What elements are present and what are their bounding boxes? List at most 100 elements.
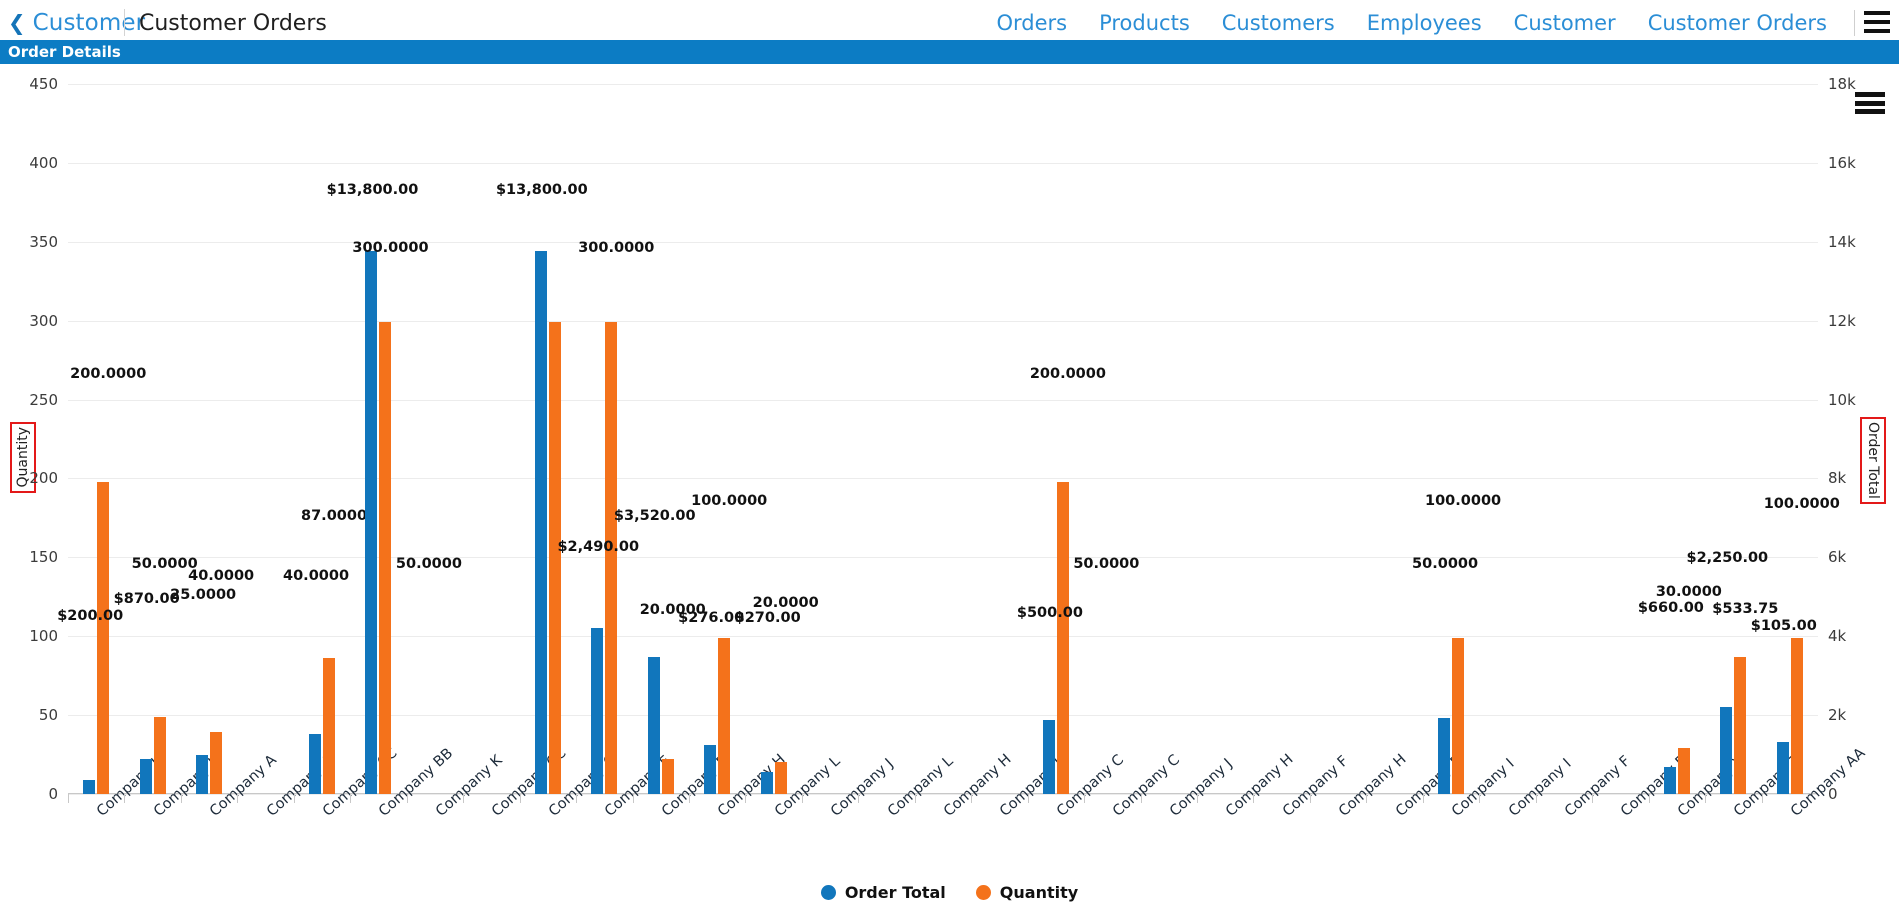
y2-axis-tick-label: 12k xyxy=(1828,312,1856,330)
chart-context-menu-icon[interactable] xyxy=(1855,92,1885,114)
bar-quantity[interactable] xyxy=(97,482,109,794)
x-axis-tick xyxy=(520,794,521,803)
legend-label: Order Total xyxy=(845,883,946,902)
bar-order-total[interactable] xyxy=(365,251,377,794)
x-axis-tick xyxy=(1310,794,1311,803)
x-axis-tick xyxy=(463,794,464,803)
bar-label-quantity: 200.0000 xyxy=(70,366,146,382)
x-axis-tick xyxy=(633,794,634,803)
bar-label-order-total: $3,520.00 xyxy=(614,508,696,524)
bar-quantity[interactable] xyxy=(379,322,391,794)
nav-link-customers[interactable]: Customers xyxy=(1206,11,1351,35)
x-axis-tick xyxy=(1479,794,1480,803)
y2-axis-tick-label: 14k xyxy=(1828,233,1856,251)
y2-axis-tick-label: 2k xyxy=(1828,706,1846,724)
bar-order-total[interactable] xyxy=(309,734,321,794)
nav-link-products[interactable]: Products xyxy=(1083,11,1206,35)
bar-quantity[interactable] xyxy=(775,762,787,794)
bar-label-quantity: 200.0000 xyxy=(1030,366,1106,382)
bar-label-order-total: 50.0000 xyxy=(1073,556,1139,572)
bar-label-quantity: 40.0000 xyxy=(188,568,254,584)
bar-label-quantity: 100.0000 xyxy=(691,493,767,509)
legend-label: Quantity xyxy=(1000,883,1078,902)
x-axis-tick xyxy=(1084,794,1085,803)
bar-order-total[interactable] xyxy=(704,745,716,794)
bar-label-order-total: $660.00 xyxy=(1638,600,1704,616)
bar-label-order-total: $2,250.00 xyxy=(1686,550,1768,566)
chart-legend: Order Total Quantity xyxy=(0,883,1899,902)
bar-quantity[interactable] xyxy=(210,732,222,794)
order-details-chart: Quantity Order Total 00502k1004k1506k200… xyxy=(0,64,1899,916)
y-axis-tick-label: 350 xyxy=(29,233,58,251)
x-axis-tick xyxy=(689,794,690,803)
x-axis-tick xyxy=(1762,794,1763,803)
gridline xyxy=(68,242,1818,243)
bar-quantity[interactable] xyxy=(1452,638,1464,794)
bar-quantity[interactable] xyxy=(1791,638,1803,794)
bar-label-quantity: 100.0000 xyxy=(1764,496,1840,512)
bar-order-total[interactable] xyxy=(83,780,95,794)
bar-label-quantity: $533.75 xyxy=(1712,601,1778,617)
bar-label-order-total: 40.0000 xyxy=(283,568,349,584)
gridline xyxy=(68,321,1818,322)
x-axis-tick xyxy=(971,794,972,803)
x-axis-tick xyxy=(1649,794,1650,803)
nav-link-customer[interactable]: Customer xyxy=(1498,11,1632,35)
x-axis-tick xyxy=(1253,794,1254,803)
bar-quantity[interactable] xyxy=(1734,657,1746,794)
bar-quantity[interactable] xyxy=(323,658,335,794)
bar-quantity[interactable] xyxy=(662,759,674,794)
x-axis-tick xyxy=(1028,794,1029,803)
x-axis-tick xyxy=(294,794,295,803)
legend-swatch-icon xyxy=(821,885,836,900)
x-axis-tick xyxy=(1592,794,1593,803)
gridline xyxy=(68,400,1818,401)
bar-label-order-total: 50.0000 xyxy=(1412,556,1478,572)
legend-item-quantity[interactable]: Quantity xyxy=(976,883,1078,902)
y2-axis-tick-label: 8k xyxy=(1828,469,1846,487)
bar-order-total[interactable] xyxy=(1664,767,1676,794)
y-axis-tick-label: 250 xyxy=(29,391,58,409)
bar-quantity[interactable] xyxy=(154,717,166,794)
nav-link-orders[interactable]: Orders xyxy=(980,11,1083,35)
bar-quantity[interactable] xyxy=(718,638,730,794)
bar-quantity[interactable] xyxy=(1678,748,1690,794)
bar-order-total[interactable] xyxy=(1043,720,1055,794)
bar-label-order-total: 50.0000 xyxy=(396,556,462,572)
y2-axis-tick-label: 16k xyxy=(1828,154,1856,172)
y2-axis-title-order-total: Order Total xyxy=(1860,417,1886,504)
bar-order-total[interactable] xyxy=(591,628,603,794)
bar-order-total[interactable] xyxy=(140,759,152,794)
bar-order-total[interactable] xyxy=(196,755,208,794)
bar-quantity[interactable] xyxy=(605,322,617,794)
bar-label-order-total: $270.00 xyxy=(735,610,801,626)
bar-label-order-total: $13,800.00 xyxy=(496,182,588,198)
bar-order-total[interactable] xyxy=(761,772,773,794)
bar-order-total[interactable] xyxy=(1438,718,1450,794)
x-axis-tick xyxy=(68,794,69,803)
hamburger-menu-icon[interactable] xyxy=(1864,11,1890,33)
bar-order-total[interactable] xyxy=(648,657,660,794)
gridline xyxy=(68,163,1818,164)
bar-order-total[interactable] xyxy=(1777,742,1789,794)
bar-order-total[interactable] xyxy=(1720,707,1732,794)
x-axis-tick xyxy=(237,794,238,803)
bar-order-total[interactable] xyxy=(535,251,547,794)
bar-label-order-total: $200.00 xyxy=(57,608,123,624)
chevron-left-icon: ❮ xyxy=(8,13,26,34)
y-axis-tick-label: 300 xyxy=(29,312,58,330)
legend-item-order-total[interactable]: Order Total xyxy=(821,883,946,902)
x-axis-tick xyxy=(407,794,408,803)
panel-title: Order Details xyxy=(8,43,121,61)
x-axis-tick xyxy=(915,794,916,803)
gridline xyxy=(68,794,1818,795)
y-axis-tick-label: 150 xyxy=(29,548,58,566)
bar-label-order-total: 25.0000 xyxy=(170,587,236,603)
bar-quantity[interactable] xyxy=(549,322,561,794)
x-axis-tick xyxy=(1197,794,1198,803)
nav-link-employees[interactable]: Employees xyxy=(1351,11,1498,35)
bar-quantity[interactable] xyxy=(1057,482,1069,794)
legend-swatch-icon xyxy=(976,885,991,900)
x-axis-tick xyxy=(802,794,803,803)
nav-link-customer-orders[interactable]: Customer Orders xyxy=(1632,11,1841,35)
